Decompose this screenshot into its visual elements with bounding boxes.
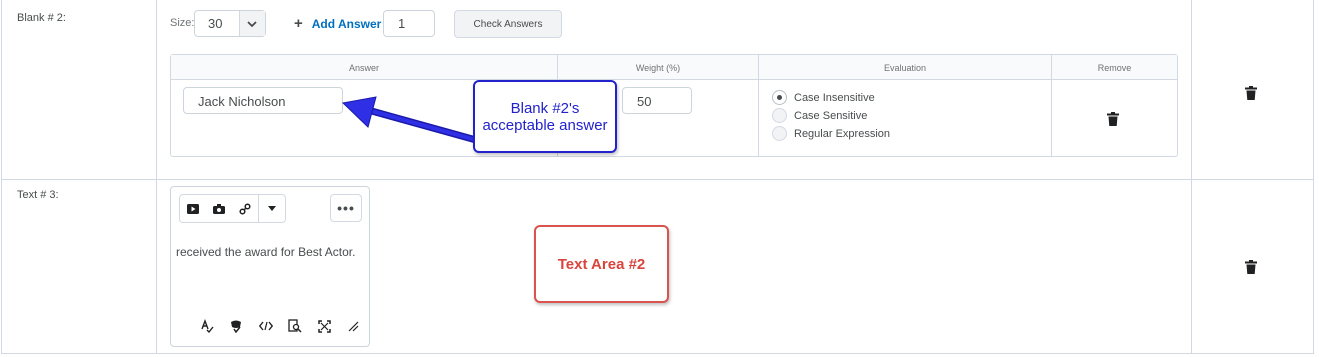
answer-input[interactable]: Jack Nicholson (183, 87, 343, 114)
evaluation-option-case-insensitive[interactable]: Case Insensitive (772, 90, 875, 105)
header-answer: Answer (348, 63, 379, 73)
label-column-divider (156, 0, 157, 353)
header-remove: Remove (1097, 63, 1132, 73)
add-answer-button[interactable]: + Add Answer (294, 15, 381, 32)
size-label: Size: (170, 17, 195, 29)
evaluation-option-label: Case Sensitive (794, 109, 868, 122)
text-area-callout: Text Area #2 (534, 225, 669, 303)
camera-icon[interactable] (206, 195, 232, 222)
link-icon[interactable] (232, 195, 258, 222)
row-divider (1, 179, 1314, 180)
header-evaluation: Evaluation (883, 63, 927, 73)
more-options-icon: ••• (337, 200, 355, 216)
more-options-button[interactable]: ••• (330, 194, 362, 222)
size-value: 30 (208, 16, 223, 31)
add-answer-label: Add Answer (311, 16, 382, 31)
evaluation-option-label: Regular Expression (794, 127, 890, 140)
remove-answer-trash-icon[interactable] (1107, 112, 1119, 131)
evaluation-option-case-sensitive[interactable]: Case Sensitive (772, 108, 867, 123)
resize-handle-icon[interactable] (345, 318, 361, 334)
blue-arrow-annotation (341, 96, 480, 144)
delete-blank-trash-icon[interactable] (1245, 86, 1257, 105)
plus-icon: + (294, 15, 303, 32)
radio-button[interactable] (772, 108, 787, 123)
action-column-divider (1191, 0, 1192, 353)
blank-answer-callout: Blank #2's acceptable answer (473, 80, 617, 153)
editor-toolbar (179, 194, 286, 223)
chevron-down-icon (238, 11, 265, 36)
find-replace-icon[interactable] (287, 318, 303, 334)
evaluation-option-label: Case Insensitive (794, 91, 875, 104)
video-icon[interactable] (180, 195, 206, 222)
dropdown-caret-icon[interactable] (259, 195, 285, 222)
editor-content[interactable]: received the award for Best Actor. (176, 243, 361, 261)
fullscreen-icon[interactable] (316, 318, 332, 334)
text-3-label: Text # 3: (17, 189, 59, 201)
accessibility-check-icon[interactable] (228, 318, 244, 334)
spellcheck-icon[interactable] (199, 318, 215, 334)
weight-input[interactable]: 50 (622, 87, 692, 114)
blank-2-label: Blank # 2: (17, 12, 66, 24)
source-code-icon[interactable] (258, 318, 274, 334)
size-select[interactable]: 30 (194, 10, 266, 37)
radio-button-selected[interactable] (772, 90, 787, 105)
header-weight: Weight (%) (635, 63, 681, 73)
delete-text-trash-icon[interactable] (1245, 260, 1257, 279)
check-answers-button[interactable]: Check Answers (454, 10, 562, 38)
answer-count-input[interactable]: 1 (383, 10, 435, 37)
radio-button[interactable] (772, 126, 787, 141)
evaluation-option-regular-expression[interactable]: Regular Expression (772, 126, 890, 141)
